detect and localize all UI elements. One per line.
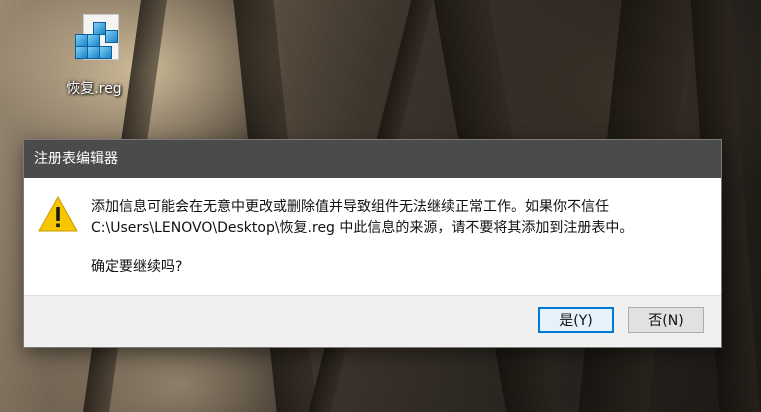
confirm-question: 确定要继续吗? (91, 259, 183, 275)
dialog-title: 注册表编辑器 (34, 151, 118, 167)
registry-editor-dialog: 注册表编辑器 添加信息可能会在无意中更改或删除值并导致组件无法继续正常工作。如果… (24, 140, 721, 347)
desktop: 恢复.reg 注册表编辑器 添加信息可能会在无意中更改或删除值并导致组件无法继续… (0, 0, 761, 412)
dialog-content: 添加信息可能会在无意中更改或删除值并导致组件无法继续正常工作。如果你不信任 C:… (24, 178, 721, 296)
dialog-title-bar[interactable]: 注册表编辑器 (24, 140, 721, 178)
warning-icon (38, 196, 78, 232)
desktop-icon-label: 恢复.reg (66, 81, 122, 97)
desktop-file-restore-reg[interactable]: 恢复.reg (57, 10, 131, 100)
yes-button[interactable]: 是(Y) (538, 307, 614, 333)
no-button[interactable]: 否(N) (628, 307, 704, 333)
dialog-message: 添加信息可能会在无意中更改或删除值并导致组件无法继续正常工作。如果你不信任 C:… (91, 197, 711, 278)
dialog-button-bar: 是(Y) 否(N) (24, 295, 721, 347)
message-line-1: 添加信息可能会在无意中更改或删除值并导致组件无法继续正常工作。如果你不信任 (91, 199, 609, 215)
message-line-2: C:\Users\LENOVO\Desktop\恢复.reg 中此信息的来源，请… (91, 220, 634, 236)
registry-file-icon (67, 12, 121, 70)
